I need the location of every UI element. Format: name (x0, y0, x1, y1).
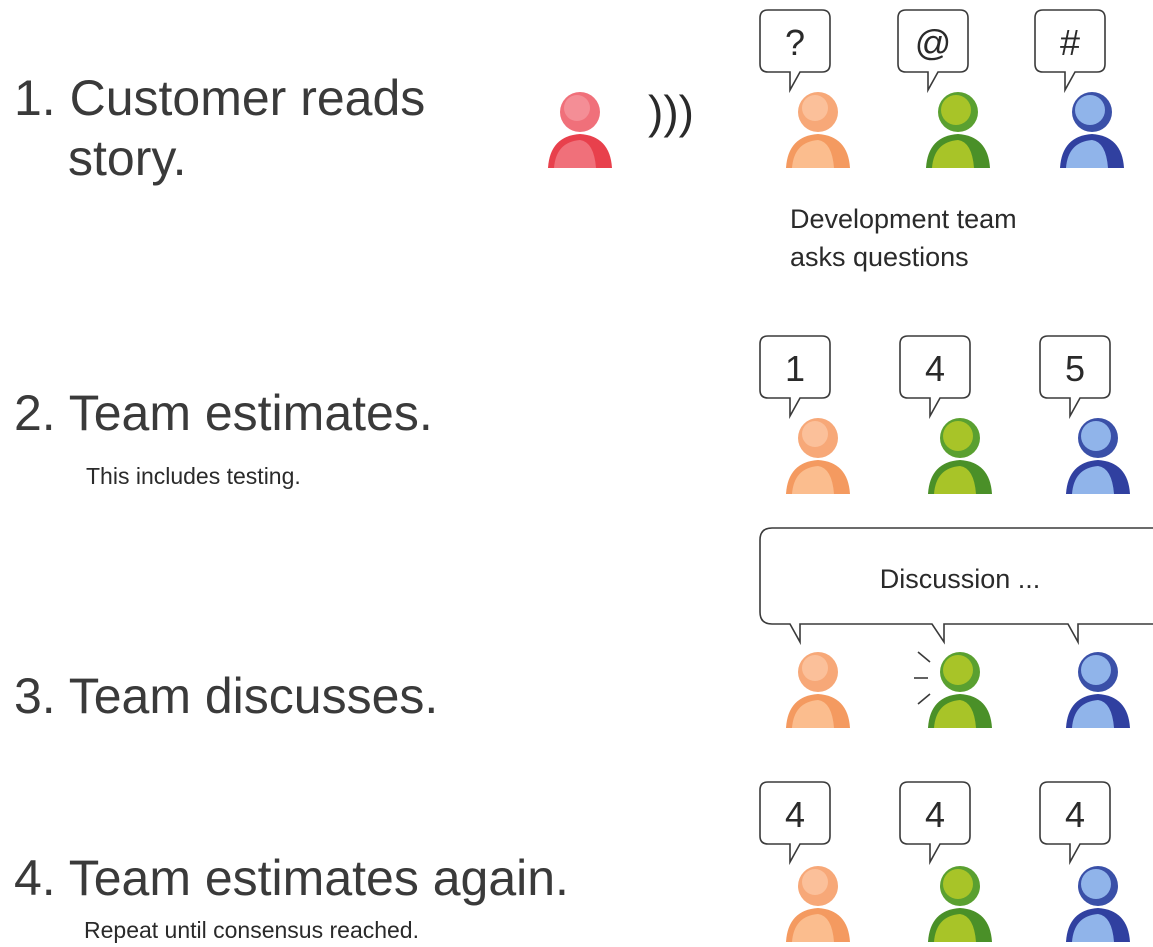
row2-bubble-3-text: 5 (1065, 348, 1085, 389)
row4-bubble-1-text: 4 (785, 794, 805, 835)
row3-person-green (928, 652, 992, 728)
row2-person-orange (786, 418, 850, 494)
estimation-diagram: ))) ? @ # 1 4 5 Discussion ... 4 4 4 (548, 9, 1153, 942)
row1-person-blue (1060, 92, 1124, 168)
row1-bubble-3-text: # (1060, 22, 1080, 63)
row4-person-green (928, 866, 992, 942)
row1-person-orange (786, 92, 850, 168)
row1-bubble-1-text: ? (785, 22, 805, 63)
row3-person-blue (1066, 652, 1130, 728)
discussion-text: Discussion ... (880, 564, 1041, 594)
row4-bubble-2-text: 4 (925, 794, 945, 835)
row2-person-blue (1066, 418, 1130, 494)
row1-bubble-2-text: @ (915, 22, 952, 63)
customer-figure (548, 92, 612, 168)
row1-person-green (926, 92, 990, 168)
speech-waves-icon: ))) (648, 86, 694, 138)
row4-person-orange (786, 866, 850, 942)
row4-bubble-3-text: 4 (1065, 794, 1085, 835)
row2-bubble-2-text: 4 (925, 348, 945, 389)
speaking-lines-icon (914, 651, 931, 705)
row2-bubble-1-text: 1 (785, 348, 805, 389)
row2-person-green (928, 418, 992, 494)
row4-person-blue (1066, 866, 1130, 942)
row3-person-orange (786, 652, 850, 728)
